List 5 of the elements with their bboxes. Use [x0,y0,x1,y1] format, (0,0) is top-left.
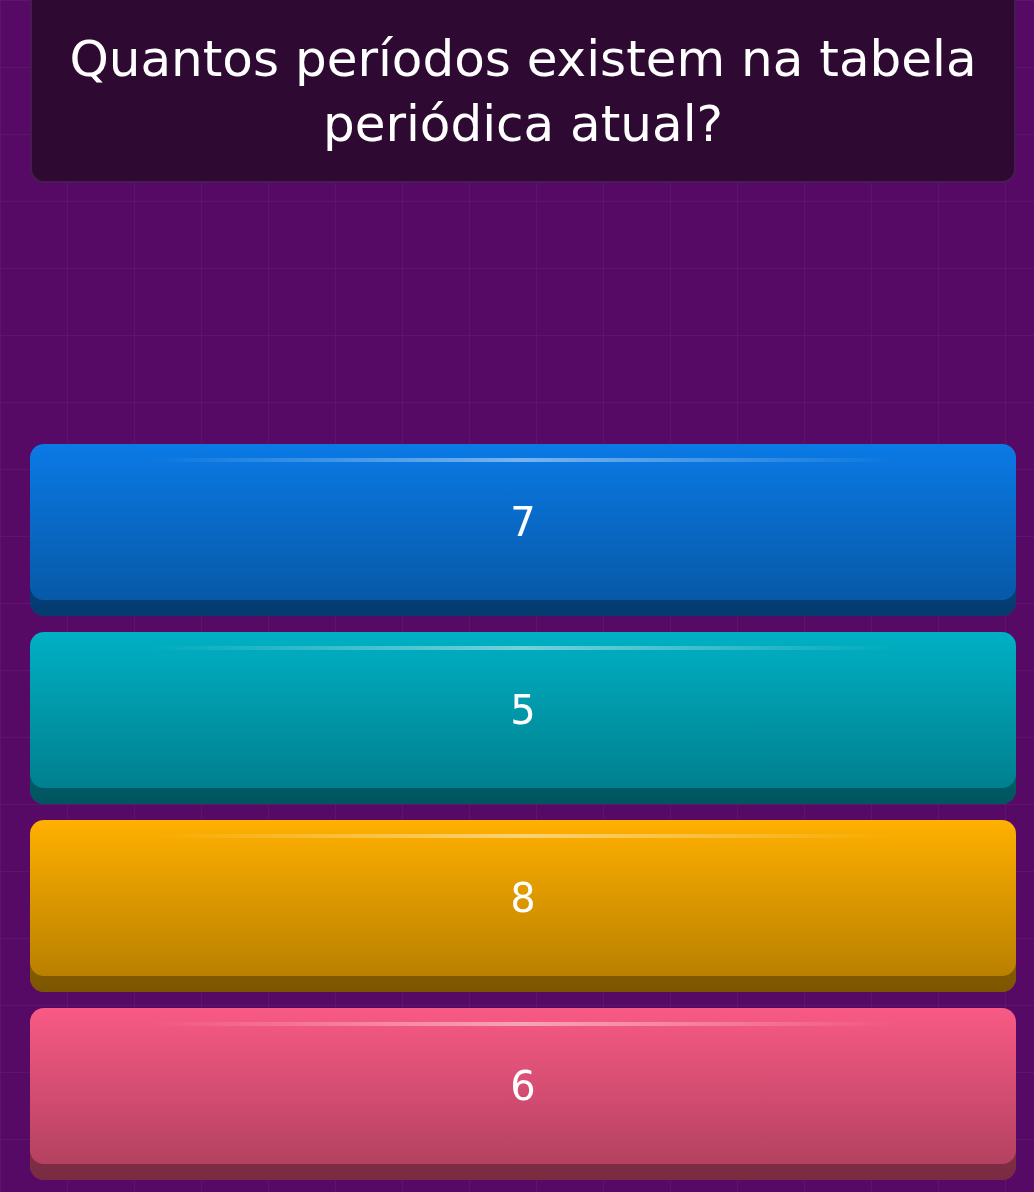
answer-button[interactable]: 7 [30,444,1016,616]
answer-button[interactable]: 8 [30,820,1016,992]
question-text: Quantos períodos existem na tabela periódica atual? [68,28,978,155]
answer-button[interactable]: 6 [30,1008,1016,1180]
answer-button[interactable]: 5 [30,632,1016,804]
